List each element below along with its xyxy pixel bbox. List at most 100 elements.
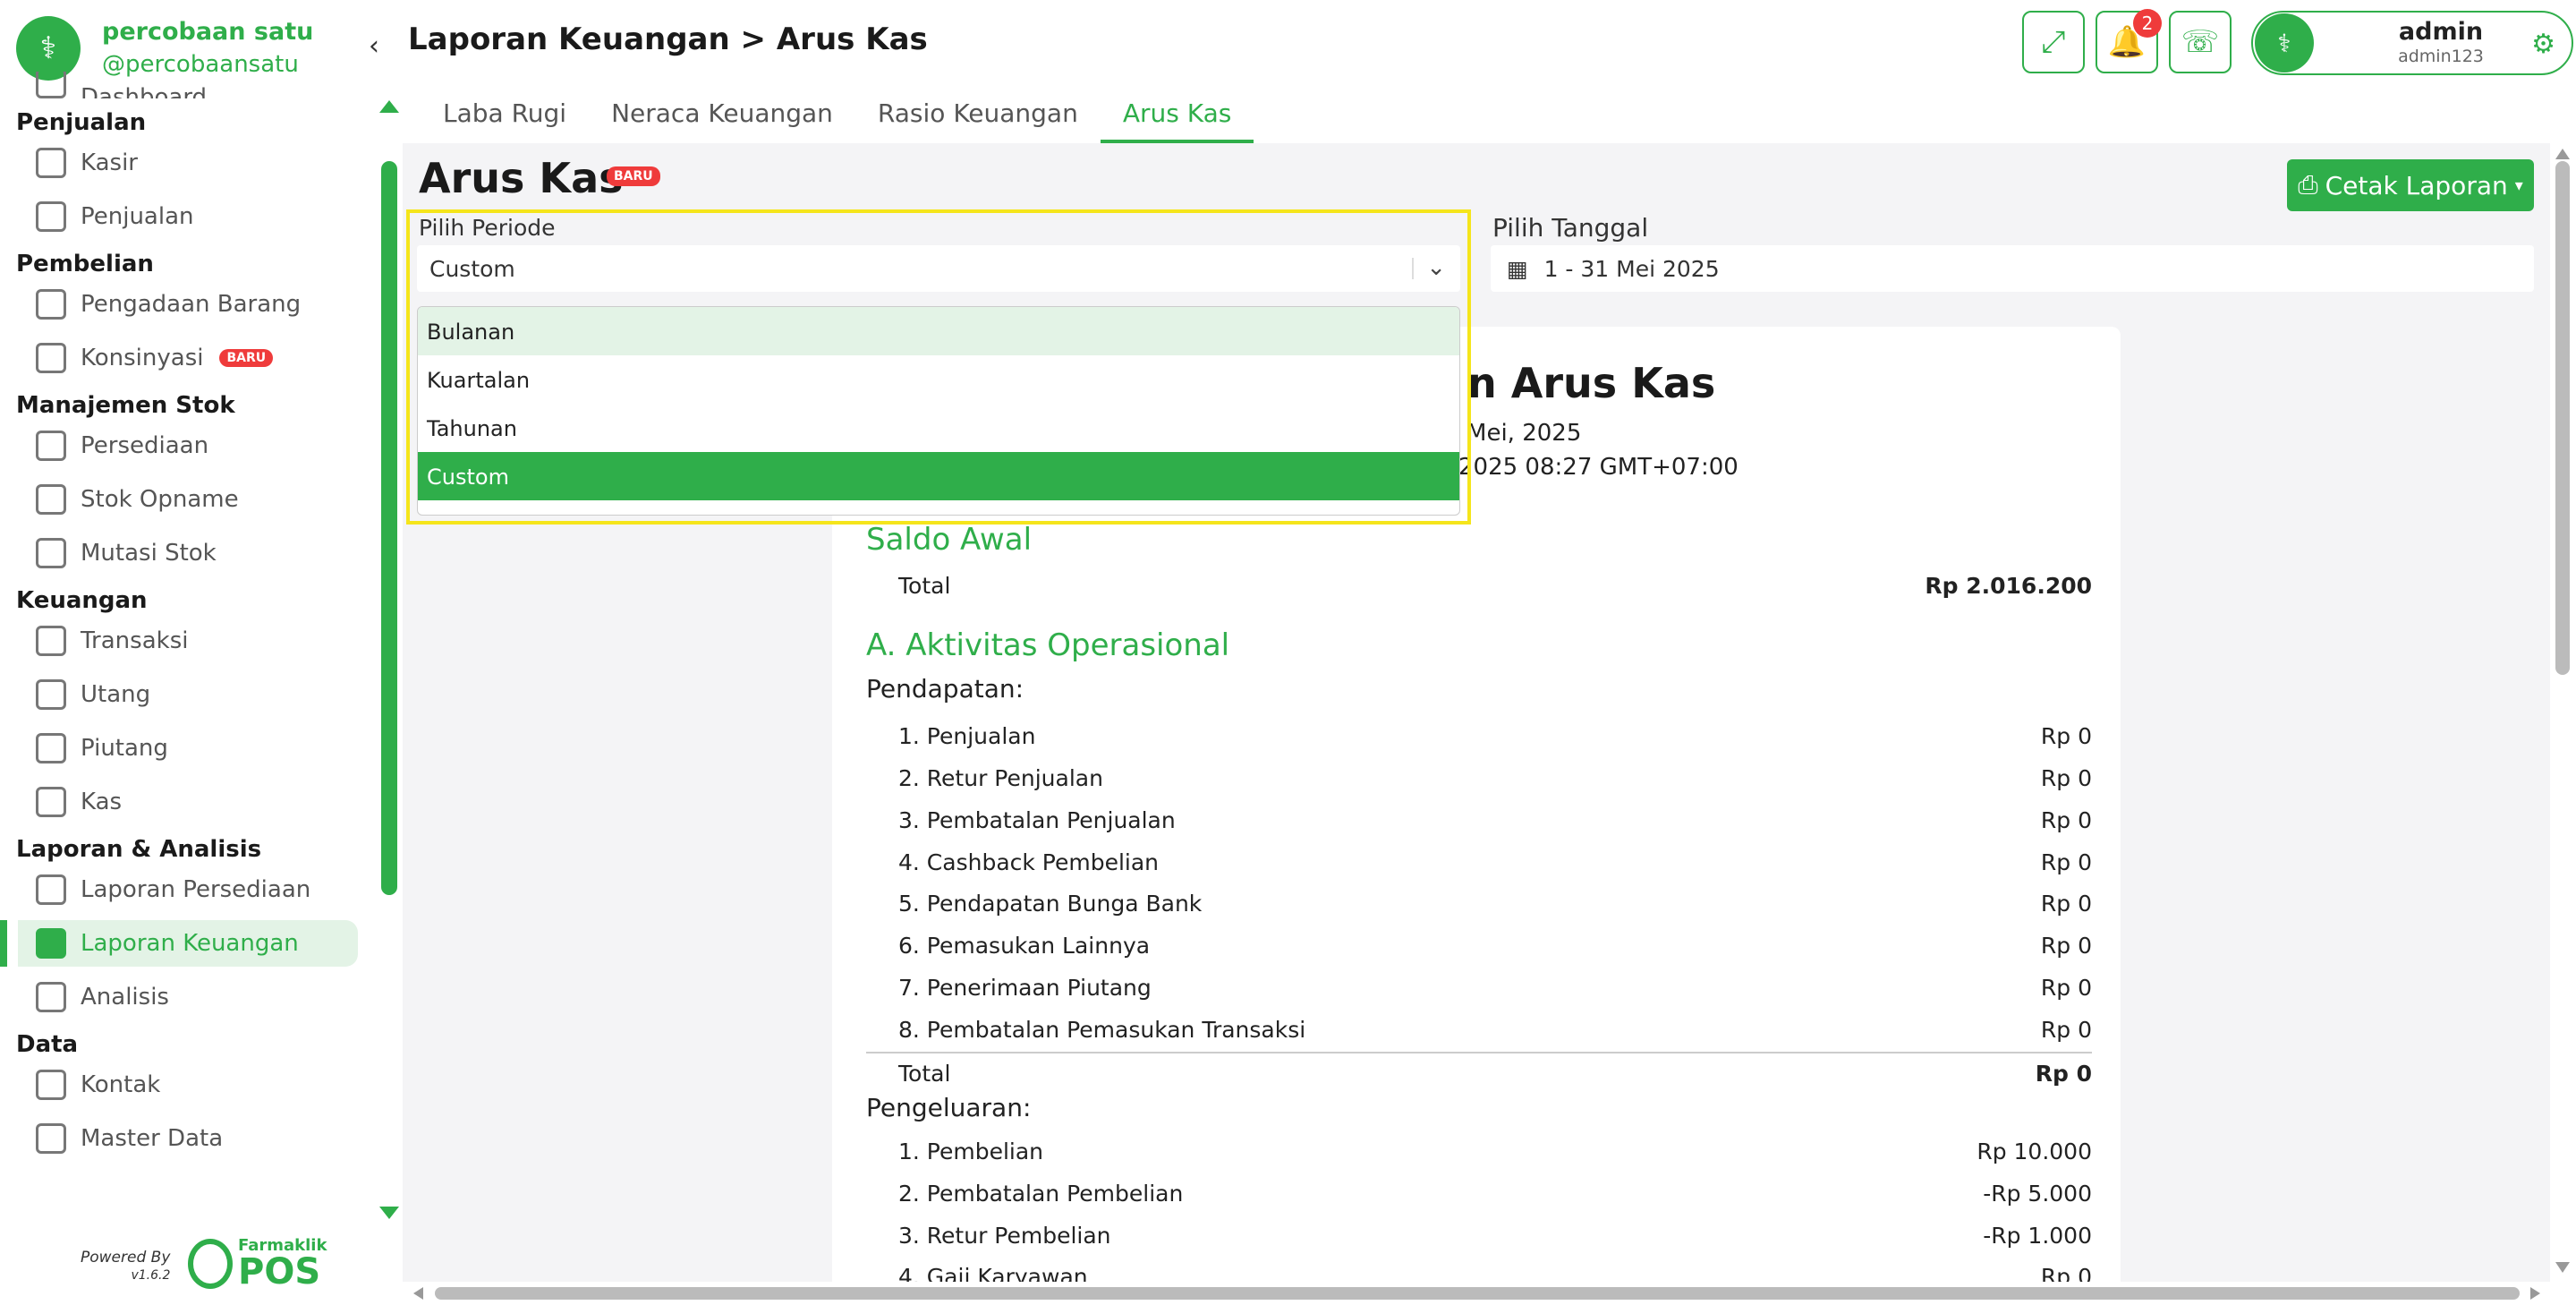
sidebar-item-master-data[interactable]: Master Data: [0, 1115, 376, 1162]
sidebar-item-label: Persediaan: [81, 432, 209, 459]
row-value: -Rp 5.000: [1983, 1180, 2092, 1207]
row-label: 8. Pembatalan Pemasukan Transaksi: [898, 1016, 1306, 1043]
row-value: Rp 0: [2040, 722, 2092, 749]
table-row: 1. Penjualan Rp 0: [866, 715, 2092, 756]
headset-icon: ☏: [2181, 24, 2220, 60]
table-row: 1. Pembelian Rp 10.000: [866, 1130, 2092, 1172]
user-name: admin: [2398, 18, 2484, 46]
scroll-right-icon[interactable]: [2530, 1287, 2540, 1300]
vertical-scroll-thumb[interactable]: [2555, 161, 2570, 675]
sidebar-item-label: Stok Opname: [81, 486, 239, 513]
sidebar-item-mutasi-stok[interactable]: Mutasi Stok: [0, 530, 376, 576]
sidebar-item-kas[interactable]: Kas: [0, 779, 376, 825]
row-value: Rp 0: [2040, 764, 2092, 791]
pulse-chart-icon: [36, 982, 66, 1012]
sidebar-item-laporan-keuangan[interactable]: Laporan Keuangan: [18, 920, 358, 967]
sidebar-item-label: Mutasi Stok: [81, 540, 217, 567]
sidebar-item-persediaan[interactable]: Persediaan: [0, 422, 376, 469]
sidebar-scrollbar[interactable]: [379, 98, 399, 1219]
table-row: 8. Pembatalan Pemasukan Transaksi Rp 0: [866, 1009, 2092, 1050]
sidebar-item-label: Laporan Persediaan: [81, 876, 311, 903]
row-label: 1. Pembelian: [898, 1138, 1044, 1164]
sidebar-item-piutang[interactable]: Piutang: [0, 725, 376, 772]
table-row: 5. Pendapatan Bunga Bank Rp 0: [866, 883, 2092, 924]
archive-box-icon: [36, 343, 66, 373]
tanggal-label: Pilih Tanggal: [1492, 213, 1649, 243]
row-value: Rp 0: [2040, 932, 2092, 959]
fullscreen-button[interactable]: ⤢: [2022, 11, 2085, 73]
scroll-up-icon[interactable]: [2555, 149, 2570, 159]
row-label: 6. Pemasukan Lainnya: [898, 932, 1151, 959]
sidebar-item-utang[interactable]: Utang: [0, 671, 376, 718]
gear-icon[interactable]: ⚙: [2531, 29, 2555, 60]
scroll-down-icon[interactable]: [379, 1207, 399, 1219]
nav-section-pembelian: Pembelian: [16, 251, 154, 277]
horizontal-scroll-thumb[interactable]: [435, 1287, 2520, 1300]
row-label: 3. Pembatalan Penjualan: [898, 806, 1176, 833]
print-report-button[interactable]: ⎙ Cetak Laporan ▾: [2287, 159, 2534, 211]
shopping-bag-icon: [36, 201, 66, 232]
row-label: 4. Cashback Pembelian: [898, 849, 1160, 875]
sidebar-item-konsinyasi[interactable]: Konsinyasi BARU: [0, 335, 376, 381]
calendar-icon: ▦: [1507, 256, 1528, 282]
row-label: 3. Retur Pembelian: [898, 1222, 1111, 1249]
ledger-icon: [36, 679, 66, 710]
user-role: admin123: [2398, 47, 2484, 66]
sidebar-item-transaksi[interactable]: Transaksi: [0, 618, 376, 664]
sidebar-item-stok-opname[interactable]: Stok Opname: [0, 476, 376, 523]
tab-arus-kas[interactable]: Arus Kas: [1100, 86, 1254, 143]
option-custom[interactable]: Custom: [418, 452, 1459, 500]
scroll-down-icon[interactable]: [2555, 1262, 2570, 1273]
periode-value: Custom: [429, 256, 515, 282]
support-button[interactable]: ☏: [2169, 11, 2232, 73]
main-horizontal-scrollbar[interactable]: [403, 1282, 2550, 1305]
date-range-input[interactable]: ▦ 1 - 31 Mei 2025: [1491, 245, 2534, 292]
powered-by-label: Powered By: [81, 1249, 171, 1267]
brand-name: percobaan satu: [102, 18, 314, 46]
main-vertical-scrollbar[interactable]: [2550, 143, 2576, 1293]
row-label: 2. Retur Penjualan: [898, 764, 1103, 791]
sidebar-item-kontak[interactable]: Kontak: [0, 1062, 376, 1108]
chevron-down-icon[interactable]: ⌄: [1426, 254, 1446, 281]
sidebar-item-label: Master Data: [81, 1125, 224, 1152]
collapse-sidebar-icon[interactable]: ‹: [369, 30, 379, 62]
clipboard-icon: [36, 928, 66, 959]
dashboard-icon: [36, 72, 66, 98]
sidebar-item-pengadaan-barang[interactable]: Pengadaan Barang: [0, 281, 376, 328]
periode-select[interactable]: Custom ⌄: [417, 245, 1460, 292]
nav-section-keuangan: Keuangan: [16, 587, 148, 614]
page-title: Arus Kas: [419, 154, 624, 202]
section-operasional: A. Aktivitas Operasional: [866, 627, 1230, 663]
scroll-left-icon[interactable]: [413, 1287, 423, 1300]
option-bulanan[interactable]: Bulanan: [418, 307, 1459, 355]
table-row: 7. Penerimaan Piutang Rp 0: [866, 967, 2092, 1008]
nav-section-manajemen-stok: Manajemen Stok: [16, 392, 235, 419]
notification-button[interactable]: 🔔 2: [2096, 9, 2162, 73]
receipt-icon: [36, 733, 66, 763]
stock-transfer-icon: [36, 538, 66, 568]
periode-dropdown-menu: Bulanan Kuartalan Tahunan Custom: [417, 306, 1460, 516]
sidebar-item-dashboard[interactable]: Dashboard: [0, 72, 376, 98]
option-kuartalan[interactable]: Kuartalan: [418, 355, 1459, 404]
inventory-icon: [36, 431, 66, 461]
row-label: 2. Pembatalan Pembelian: [898, 1180, 1184, 1207]
table-row: 2. Retur Penjualan Rp 0: [866, 757, 2092, 798]
main-content: Arus Kas BARU ⎙ Cetak Laporan ▾ n Arus K…: [403, 143, 2550, 1293]
pos-logo-big: POS: [238, 1251, 321, 1292]
printer-icon: ⎙: [2298, 170, 2318, 200]
sidebar-item-penjualan[interactable]: Penjualan: [0, 193, 376, 240]
sidebar-item-kasir[interactable]: Kasir: [0, 140, 376, 186]
sidebar-item-label: Pengadaan Barang: [81, 291, 302, 318]
scroll-up-icon[interactable]: [379, 100, 399, 113]
pengeluaran-label: Pengeluaran:: [866, 1093, 1032, 1122]
tab-neraca-keuangan[interactable]: Neraca Keuangan: [589, 86, 855, 143]
tab-laba-rugi[interactable]: Laba Rugi: [421, 86, 589, 143]
active-indicator: [0, 920, 7, 967]
sidebar-item-analisis[interactable]: Analisis: [0, 974, 376, 1020]
sidebar-item-laporan-persediaan[interactable]: Laporan Persediaan: [0, 866, 376, 913]
tab-rasio-keuangan[interactable]: Rasio Keuangan: [855, 86, 1101, 143]
sidebar-scroll-thumb[interactable]: [381, 161, 397, 895]
row-label: Total: [898, 1060, 951, 1087]
user-menu[interactable]: ⚕ admin admin123 ⚙: [2251, 11, 2573, 75]
option-tahunan[interactable]: Tahunan: [418, 404, 1459, 452]
